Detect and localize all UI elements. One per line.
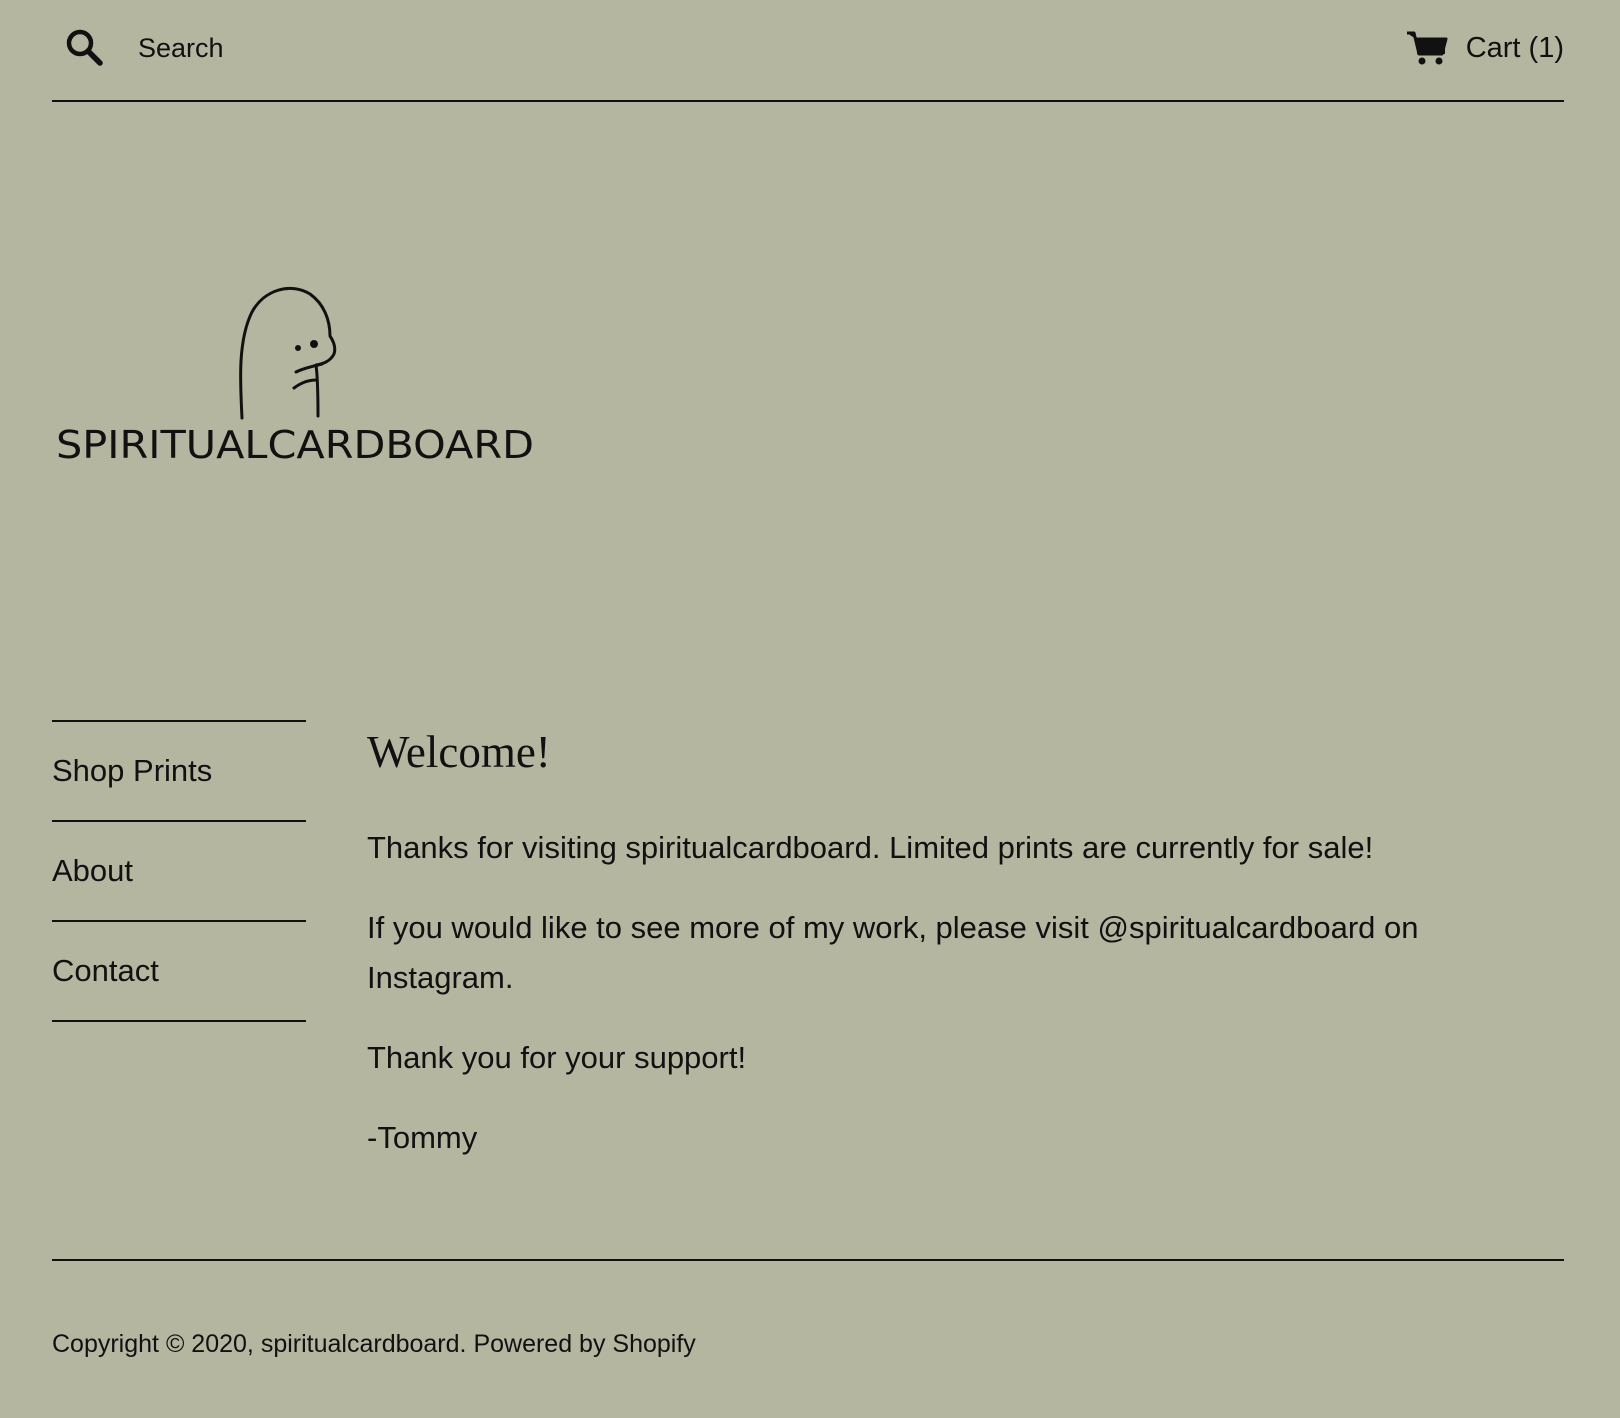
- ghost-drawing: [239, 286, 337, 420]
- nav-link-contact[interactable]: Contact: [52, 953, 159, 989]
- sidebar-item-shop-prints: Shop Prints: [52, 722, 306, 822]
- nav-link-shop-prints[interactable]: Shop Prints: [52, 753, 212, 789]
- nav-link-about[interactable]: About: [52, 853, 133, 889]
- sidebar-item-about: About: [52, 822, 306, 922]
- cart-link[interactable]: Cart (1): [1406, 26, 1564, 70]
- site-logo[interactable]: SPIRITUALCARDBOARD: [52, 270, 542, 480]
- instagram-paragraph: If you would like to see more of my work…: [367, 909, 1419, 995]
- logo-text: SPIRITUALCARDBOARD: [56, 423, 534, 467]
- ghost-eye-right: [310, 340, 318, 348]
- search-icon[interactable]: [64, 27, 104, 67]
- search-input[interactable]: [138, 26, 558, 70]
- site-footer: Copyright © 2020, spiritualcardboard. Po…: [52, 1330, 696, 1359]
- signature: -Tommy: [367, 1119, 478, 1155]
- main-content: Welcome! Thanks for visiting spiritualca…: [367, 720, 1557, 1163]
- powered-by-link[interactable]: Powered by Shopify: [473, 1330, 695, 1358]
- sidebar-nav: Shop Prints About Contact: [52, 720, 306, 1022]
- cart-label: Cart (1): [1465, 31, 1564, 64]
- thanks-paragraph: Thank you for your support!: [367, 1039, 747, 1075]
- site-header: Cart (1): [52, 0, 1564, 102]
- ghost-eye-left: [295, 345, 301, 351]
- welcome-paragraph: Thanks for visiting spiritualcardboard. …: [367, 829, 1374, 865]
- cart-icon: [1406, 31, 1448, 65]
- copyright-link[interactable]: Copyright © 2020, spiritualcardboard.: [52, 1330, 466, 1358]
- sidebar-item-contact: Contact: [52, 922, 306, 1022]
- footer-divider: [52, 1259, 1564, 1261]
- page-title: Welcome!: [367, 727, 551, 777]
